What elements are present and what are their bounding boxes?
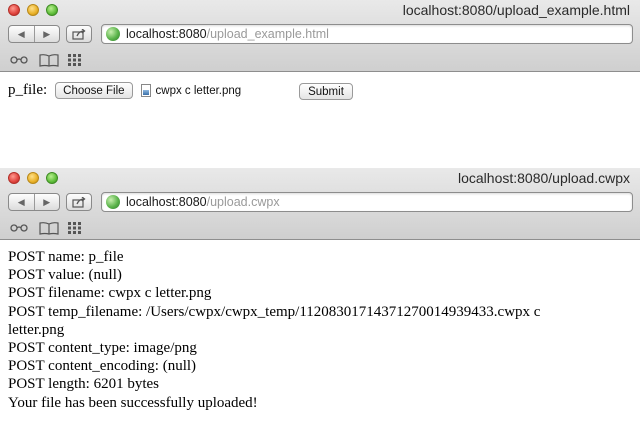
glasses-icon (10, 56, 28, 64)
grid-icon (68, 54, 81, 66)
share-icon (72, 28, 86, 40)
window-controls (8, 4, 58, 16)
browser-window-upload-result: localhost:8080/upload.cwpx ◀ ▶ localhost… (0, 168, 640, 437)
back-arrow-icon: ◀ (17, 28, 25, 39)
zoom-window-button[interactable] (46, 172, 58, 184)
share-button[interactable] (66, 25, 92, 43)
toolbar: ◀ ▶ localhost:8080/upload.cwpx (0, 190, 640, 218)
upload-result-output: POST name: p_file POST value: (null) POS… (8, 248, 608, 412)
output-line: POST length: 6201 bytes (8, 376, 159, 393)
site-globe-icon (106, 195, 120, 209)
bookmarks-button[interactable] (39, 52, 59, 68)
reading-list-button[interactable] (10, 52, 28, 68)
selected-file-name: cwpx c letter.png (155, 84, 242, 97)
window-controls (8, 172, 58, 184)
output-line: POST filename: cwpx c letter.png (8, 285, 212, 302)
zoom-window-button[interactable] (46, 4, 58, 16)
browser-chrome: localhost:8080/upload_example.html ◀ ▶ l… (0, 0, 640, 72)
window-title: localhost:8080/upload_example.html (402, 2, 630, 18)
share-icon (72, 196, 86, 208)
back-forward-group: ◀ ▶ (8, 25, 60, 43)
url-path: /upload.cwpx (206, 195, 280, 209)
title-bar: localhost:8080/upload.cwpx (0, 168, 640, 190)
bookmarks-bar (0, 50, 640, 71)
site-globe-icon (106, 27, 120, 41)
back-arrow-icon: ◀ (17, 196, 25, 207)
file-field-label: p_file: (8, 82, 48, 98)
image-file-icon (140, 84, 151, 97)
output-line: POST content_type: image/png (8, 340, 197, 357)
forward-arrow-icon: ▶ (43, 196, 51, 207)
address-url: localhost:8080/upload_example.html (126, 27, 329, 41)
output-line: POST name: p_file (8, 249, 124, 265)
open-book-icon (39, 53, 59, 67)
grid-icon (68, 222, 81, 234)
reading-list-button[interactable] (10, 220, 28, 236)
forward-button[interactable]: ▶ (35, 194, 60, 210)
title-bar: localhost:8080/upload_example.html (0, 0, 640, 22)
back-forward-group: ◀ ▶ (8, 193, 60, 211)
address-bar[interactable]: localhost:8080/upload_example.html (101, 24, 633, 44)
address-bar[interactable]: localhost:8080/upload.cwpx (101, 192, 633, 212)
close-window-button[interactable] (8, 4, 20, 16)
top-sites-button[interactable] (68, 220, 82, 236)
output-line: POST value: (null) (8, 267, 122, 284)
minimize-window-button[interactable] (27, 172, 39, 184)
url-path: /upload_example.html (206, 27, 329, 41)
success-message: Your file has been successfully uploaded… (8, 394, 258, 411)
url-host: localhost:8080 (126, 195, 207, 209)
window-gap (0, 160, 640, 168)
top-sites-button[interactable] (68, 52, 82, 68)
close-window-button[interactable] (8, 172, 20, 184)
browser-window-upload-form: localhost:8080/upload_example.html ◀ ▶ l… (0, 0, 640, 160)
forward-arrow-icon: ▶ (43, 28, 51, 39)
bookmarks-button[interactable] (39, 220, 59, 236)
upload-form: p_file: Choose File cwpx c letter.png (8, 82, 241, 99)
back-button[interactable]: ◀ (9, 194, 35, 210)
output-line: letter.png (8, 321, 65, 338)
back-button[interactable]: ◀ (9, 26, 35, 42)
window-title: localhost:8080/upload.cwpx (457, 170, 630, 186)
minimize-window-button[interactable] (27, 4, 39, 16)
share-button[interactable] (66, 193, 92, 211)
glasses-icon (10, 224, 28, 232)
url-host: localhost:8080 (126, 27, 207, 41)
open-book-icon (39, 221, 59, 235)
address-url: localhost:8080/upload.cwpx (126, 195, 280, 209)
output-line: POST temp_filename: /Users/cwpx/cwpx_tem… (8, 303, 541, 320)
bookmarks-bar (0, 218, 640, 239)
browser-chrome: localhost:8080/upload.cwpx ◀ ▶ localhost… (0, 168, 640, 240)
submit-button[interactable]: Submit (299, 83, 353, 100)
toolbar: ◀ ▶ localhost:8080/upload_example.html (0, 22, 640, 50)
output-line: POST content_encoding: (null) (8, 358, 197, 375)
choose-file-button[interactable]: Choose File (55, 82, 133, 99)
forward-button[interactable]: ▶ (35, 26, 60, 42)
